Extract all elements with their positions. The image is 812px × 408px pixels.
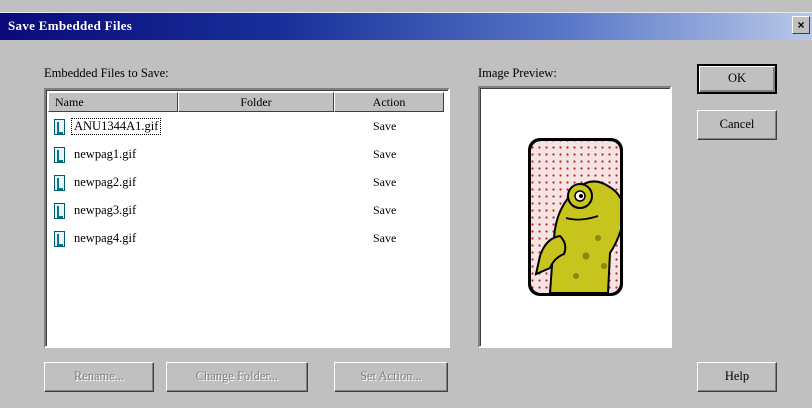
- file-action: Save: [373, 231, 397, 245]
- file-name: ANU1344A1.gif: [70, 118, 162, 135]
- ok-button[interactable]: OK: [697, 64, 777, 94]
- help-button[interactable]: Help: [697, 362, 777, 392]
- file-row[interactable]: newpag2.gif Save: [48, 172, 446, 194]
- rename-button[interactable]: Rename...: [44, 362, 154, 392]
- gif-file-icon: [54, 119, 65, 135]
- file-action: Save: [373, 203, 397, 217]
- file-row[interactable]: ANU1344A1.gif Save: [48, 116, 446, 138]
- change-folder-button[interactable]: Change Folder...: [166, 362, 308, 392]
- title-bar[interactable]: Save Embedded Files ×: [0, 12, 812, 40]
- column-header-folder[interactable]: Folder: [178, 92, 334, 112]
- close-button[interactable]: ×: [792, 16, 810, 34]
- frog-preview-image: [528, 138, 623, 296]
- file-action: Save: [373, 147, 397, 161]
- embedded-files-label: Embedded Files to Save:: [44, 66, 169, 80]
- gif-file-icon: [54, 203, 65, 219]
- image-preview-pane: [478, 86, 672, 348]
- gif-file-icon: [54, 147, 65, 163]
- file-name: newpag1.gif: [74, 147, 137, 161]
- file-row[interactable]: newpag4.gif Save: [48, 228, 446, 250]
- image-preview-label: Image Preview:: [478, 66, 557, 80]
- column-header-action[interactable]: Action: [334, 92, 444, 112]
- cancel-button[interactable]: Cancel: [697, 110, 777, 140]
- set-action-button[interactable]: Set Action...: [334, 362, 448, 392]
- file-name: newpag2.gif: [74, 175, 137, 189]
- window-title: Save Embedded Files: [8, 18, 133, 33]
- file-action: Save: [373, 175, 397, 189]
- file-row[interactable]: newpag3.gif Save: [48, 200, 446, 222]
- embedded-files-list[interactable]: Name Folder Action ANU1344A1.gif Save ne…: [44, 88, 450, 348]
- gif-file-icon: [54, 231, 65, 247]
- file-row[interactable]: newpag1.gif Save: [48, 144, 446, 166]
- column-header-name[interactable]: Name: [48, 92, 178, 112]
- gif-file-icon: [54, 175, 65, 191]
- file-name: newpag3.gif: [74, 203, 137, 217]
- file-action: Save: [373, 119, 397, 133]
- file-name: newpag4.gif: [74, 231, 137, 245]
